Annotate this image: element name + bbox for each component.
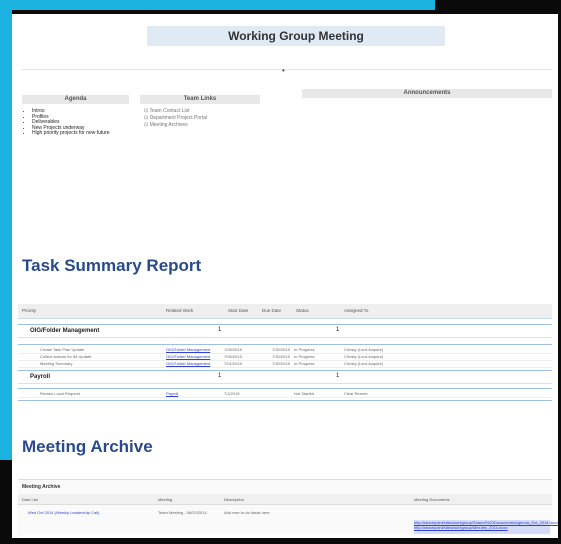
group-separator	[18, 344, 552, 345]
column-header[interactable]: Status	[296, 308, 309, 313]
task-group-header[interactable]: OIG/Folder Management 1 1	[18, 326, 552, 338]
assigned-to: Clear Renner	[344, 391, 368, 396]
start-date: 7/1/2015	[224, 391, 240, 396]
meeting-documents-links[interactable]: http://sharepoint/sites/workgroup/Shared…	[414, 520, 558, 534]
accent-top-bar	[0, 0, 435, 10]
start-date: 7/05/2015	[224, 354, 242, 359]
agenda-item: High priority projects for new future	[32, 130, 142, 137]
column-header[interactable]: Related Work	[166, 308, 193, 313]
team-links-heading: Team Links	[140, 95, 260, 104]
task-title: Meeting Summary	[40, 361, 73, 366]
task-table-header: Priority Related Work Start Date Due Dat…	[18, 304, 552, 319]
meeting-archive-header: Date List Meeting Description Meeting Do…	[18, 494, 552, 505]
group-count: 1	[336, 327, 340, 333]
column-header[interactable]: Date List	[22, 497, 38, 502]
page-title: Working Group Meeting	[147, 26, 445, 46]
status: In Progress	[294, 347, 315, 352]
group-label: OIG/Folder Management	[30, 328, 100, 334]
related-work-link[interactable]: OIG/Folder Management	[166, 347, 210, 352]
status: In Progress	[294, 361, 315, 366]
meeting-name: Team Meeting - 08/20/2014	[158, 510, 207, 515]
group-count: 1	[218, 327, 222, 333]
announcements-heading: Announcements	[302, 89, 552, 98]
table-row[interactable]: Collect actions for IM Update OIG/Folder…	[18, 354, 552, 361]
accent-side-bar	[0, 10, 12, 460]
group-separator	[18, 370, 552, 371]
due-date: 7/30/2015	[272, 361, 290, 366]
team-link-label: Meeting Archives	[149, 122, 188, 128]
start-date: 7/05/2015	[224, 347, 242, 352]
column-header[interactable]: Start Date	[228, 308, 248, 313]
group-count: 1	[218, 373, 222, 379]
team-link-label: Department Project Portal	[149, 115, 208, 121]
meeting-date-link[interactable]: Wed Oct 2014 (Weekly Leadership Call)	[28, 510, 99, 515]
due-date: 7/30/2015	[272, 354, 290, 359]
table-row[interactable]: Review Local Request Payroll 7/1/2015 No…	[18, 391, 552, 398]
meeting-archive-panel: Meeting Archive Date List Meeting Descri…	[18, 479, 558, 535]
team-link-meeting-archives[interactable]: ⊡ Meeting Archives	[144, 122, 274, 129]
assigned-to: Christy (Lord-Acquire)	[344, 354, 384, 359]
column-header[interactable]: Assigned To	[344, 308, 368, 313]
column-header[interactable]: Meeting Documents	[414, 497, 450, 502]
meeting-description: Add new to-do ideas here	[224, 510, 270, 515]
agenda-list: Intros Profiles Deliverables New Project…	[26, 108, 142, 137]
assigned-to: Christy (Lord-Acquire)	[344, 361, 384, 366]
status: In Progress	[294, 354, 315, 359]
meeting-archive-title: Meeting Archive	[22, 437, 153, 456]
group-count: 1	[336, 373, 340, 379]
team-link-contact-list[interactable]: ⊡ Team Contact List	[144, 108, 274, 115]
group-separator	[18, 324, 552, 325]
table-row[interactable]: Meeting Summary OIG/Folder Management 7/…	[18, 361, 552, 368]
team-link-label: Team Contact List	[149, 108, 190, 114]
agenda-heading: Agenda	[22, 95, 129, 104]
column-header[interactable]: Meeting	[158, 497, 172, 502]
task-title: Review Local Request	[40, 391, 80, 396]
table-row[interactable]: Create Task Plan Update OIG/Folder Manag…	[18, 347, 552, 354]
meeting-archive-panel-heading: Meeting Archive	[22, 484, 61, 490]
team-links-list: ⊡ Team Contact List ⊡ Department Project…	[144, 108, 274, 129]
column-header[interactable]: Description	[224, 497, 244, 502]
group-separator	[18, 388, 552, 389]
task-title: Collect actions for IM Update	[40, 354, 92, 359]
divider	[22, 69, 552, 70]
group-separator	[18, 400, 552, 401]
related-work-link[interactable]: Payroll	[166, 391, 178, 396]
column-header[interactable]: Due Date	[262, 308, 281, 313]
group-label: Payroll	[30, 374, 51, 380]
due-date: 7/30/2015	[272, 347, 290, 352]
team-link-project-portal[interactable]: ⊡ Department Project Portal	[144, 115, 274, 122]
task-group-header[interactable]: Payroll 1 1	[18, 372, 552, 384]
column-header[interactable]: Priority	[22, 308, 36, 313]
related-work-link[interactable]: OIG/Folder Management	[166, 361, 210, 366]
status: Not Started	[294, 391, 315, 396]
document-link[interactable]: http://sharepoint/sites/workgroup/Minute…	[414, 525, 550, 530]
start-date: 7/01/2015	[224, 361, 242, 366]
task-summary-title: Task Summary Report	[22, 256, 202, 275]
assigned-to: Christy (Lord-Acquire)	[344, 347, 384, 352]
separator-glyph: •	[282, 66, 285, 75]
task-title: Create Task Plan Update	[40, 347, 85, 352]
related-work-link[interactable]: OIG/Folder Management	[166, 354, 210, 359]
page-canvas: Working Group Meeting • Agenda Intros Pr…	[12, 14, 558, 538]
